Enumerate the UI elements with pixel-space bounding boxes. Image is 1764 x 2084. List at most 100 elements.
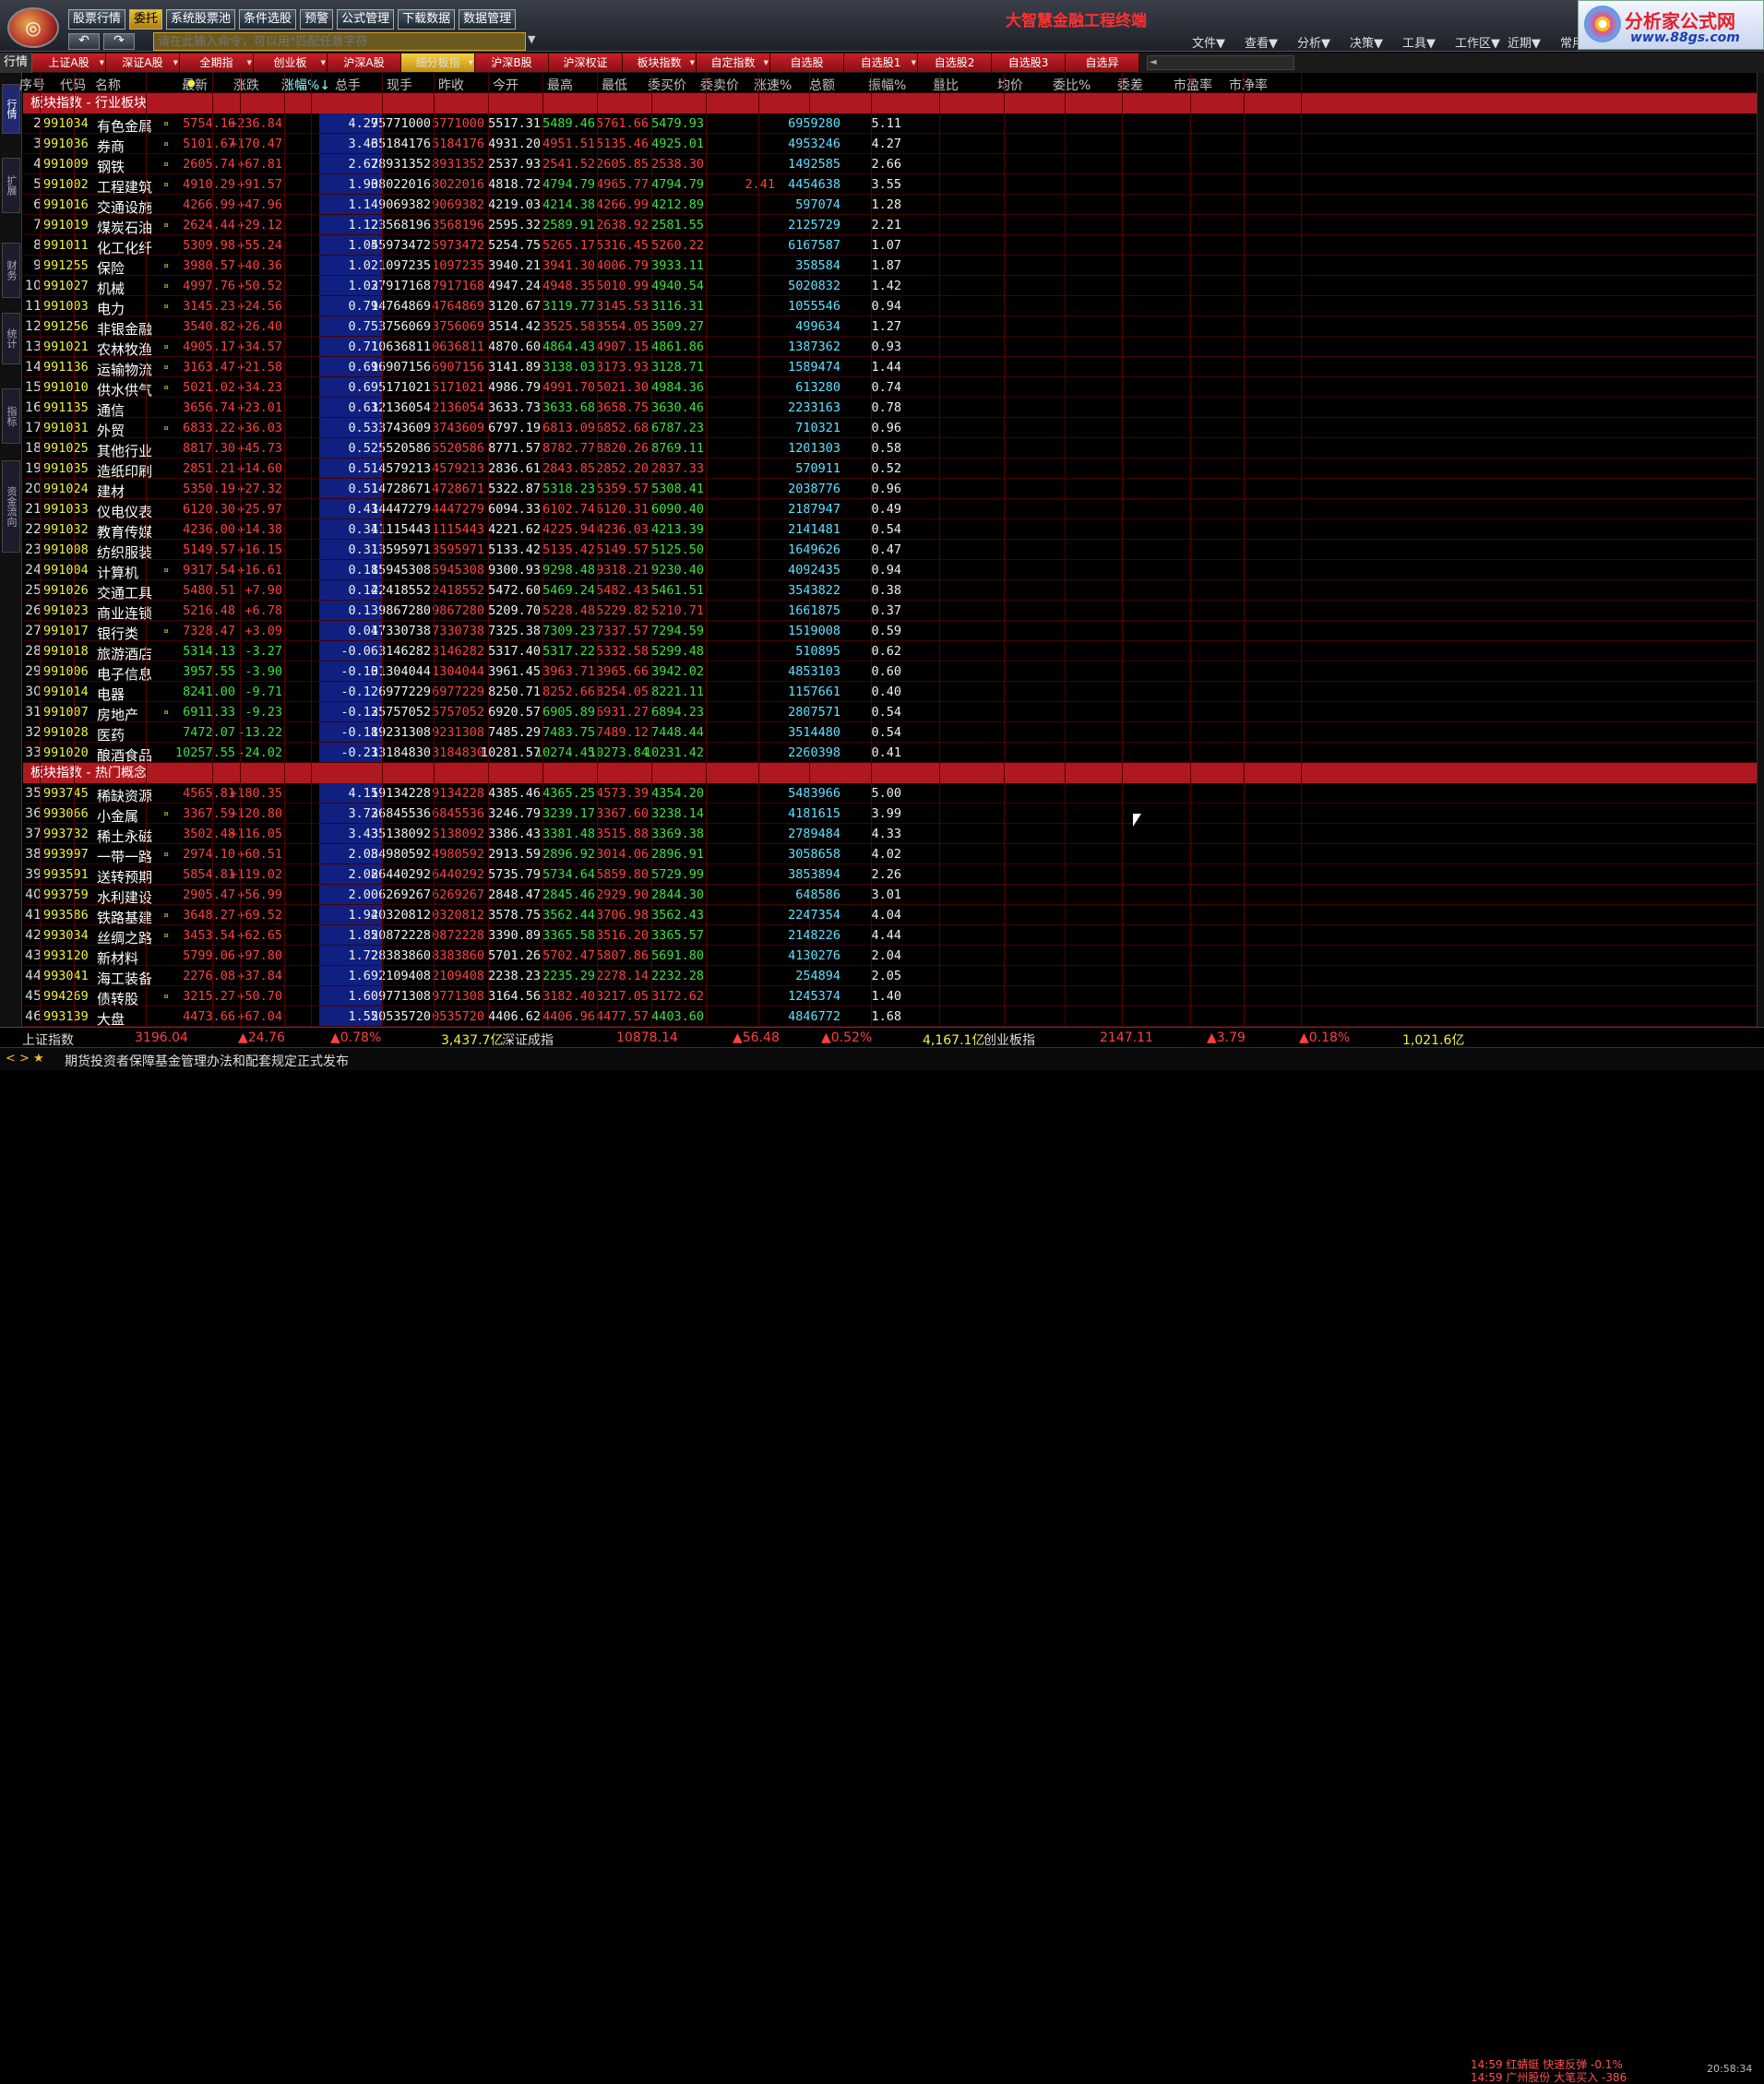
command-input[interactable] bbox=[153, 32, 526, 51]
table-row[interactable]: 41 993586 铁路基建 ¤ 3648.27 +69.52 1.94 20320812 03… bbox=[23, 905, 1757, 926]
stock-name[interactable]: 建材 bbox=[97, 482, 125, 501]
table-row[interactable]: 36 993066 小金属 ¤ 3367.59 +120.80 3.72 36845536 68… bbox=[23, 804, 1757, 826]
stock-code[interactable]: 991026 bbox=[43, 583, 89, 598]
stock-code[interactable]: 991003 bbox=[43, 299, 89, 314]
stock-name[interactable]: 稀土永磁 bbox=[97, 827, 152, 846]
stock-name[interactable]: 送转预期 bbox=[97, 867, 152, 887]
tab-12[interactable]: 自选股2 bbox=[918, 54, 993, 72]
right-menu-item-0[interactable]: 文件▼ bbox=[1192, 33, 1245, 51]
stock-code[interactable]: 991014 bbox=[43, 685, 89, 699]
table-row[interactable]: 14 991136 运输物流 ¤ 3163.47 +21.58 0.69 16907156 69… bbox=[23, 357, 1757, 378]
column-header-0[interactable]: 序号 bbox=[19, 76, 45, 94]
stock-name[interactable]: 工程建筑 bbox=[97, 177, 152, 196]
stock-code[interactable]: 994269 bbox=[43, 989, 89, 1004]
stock-code[interactable]: 993066 bbox=[43, 806, 89, 821]
tab-5[interactable]: 细分板指 bbox=[401, 54, 476, 72]
table-row[interactable]: 10 991027 机械 ¤ 4997.76 +50.52 1.02 37917168 7917… bbox=[23, 276, 1757, 297]
column-header-2[interactable]: 名称 bbox=[95, 76, 121, 94]
right-menu-item-4[interactable]: 工具▼ bbox=[1402, 33, 1455, 51]
forward-button[interactable]: ↷ bbox=[103, 33, 135, 50]
table-row[interactable]: 44 993041 海工装备 2276.08 +37.84 1.69 2109408 2109… bbox=[23, 966, 1757, 987]
right-menu-item-1[interactable]: 查看▼ bbox=[1245, 33, 1297, 51]
stock-code[interactable]: 993139 bbox=[43, 1009, 89, 1024]
tab-13[interactable]: 自选股3 bbox=[992, 54, 1067, 72]
stock-code[interactable]: 991010 bbox=[43, 380, 89, 395]
stock-code[interactable]: 993759 bbox=[43, 887, 89, 902]
column-header-21[interactable]: 市盈率 bbox=[1174, 76, 1212, 94]
tab-1[interactable]: 深证A股 bbox=[106, 54, 181, 72]
right-menu-item-3[interactable]: 决策▼ bbox=[1350, 33, 1402, 51]
stock-name[interactable]: 保险 bbox=[97, 258, 125, 278]
stock-code[interactable]: 993745 bbox=[43, 786, 89, 801]
stock-name[interactable]: 煤炭石油 bbox=[97, 218, 152, 237]
stock-code[interactable]: 991035 bbox=[43, 461, 89, 476]
table-row[interactable]: 30 991014 电器 8241.00 -9.71 -0.12 6977229 697722… bbox=[23, 682, 1757, 704]
stock-name[interactable]: 小金属 bbox=[97, 806, 138, 826]
menu-button-4[interactable]: 预警 bbox=[300, 9, 334, 30]
table-row[interactable]: 29 991006 电子信息 3957.55 -3.90 -0.10 31304044 130… bbox=[23, 661, 1757, 683]
menu-button-3[interactable]: 条件选股 bbox=[239, 9, 297, 30]
stock-code[interactable]: 991031 bbox=[43, 421, 89, 435]
side-tab-2[interactable]: 财务 bbox=[2, 243, 20, 298]
table-row[interactable]: 15 991010 供水供气 ¤ 5021.02 +34.23 0.69 5171021 517… bbox=[23, 377, 1757, 399]
stock-name[interactable]: 商业连锁 bbox=[97, 603, 152, 623]
stock-name[interactable]: 电器 bbox=[97, 685, 125, 704]
stock-name[interactable]: 农林牧渔 bbox=[97, 339, 152, 359]
stock-code[interactable]: 991024 bbox=[43, 482, 89, 496]
stock-name[interactable]: 电力 bbox=[97, 299, 125, 318]
stock-code[interactable]: 991255 bbox=[43, 258, 89, 273]
right-menu-item-5[interactable]: 工作区▼ bbox=[1455, 33, 1508, 51]
news-headline[interactable]: 期货投资者保障基金管理办法和配套规定正式发布 bbox=[65, 1052, 349, 1070]
table-row[interactable]: 32 991028 医药 7472.07 -13.22 -0.18 19231308 9231… bbox=[23, 722, 1757, 744]
stock-code[interactable]: 993591 bbox=[43, 867, 89, 882]
stock-code[interactable]: 993732 bbox=[43, 827, 89, 841]
stock-name[interactable]: 外贸 bbox=[97, 421, 125, 440]
side-tab-5[interactable]: 资金流向 bbox=[2, 460, 20, 553]
table-row[interactable]: 8 991011 化工化纤 5309.98 +55.24 1.05 45973472 5973… bbox=[23, 235, 1757, 256]
stock-code[interactable]: 991025 bbox=[43, 441, 89, 456]
cy-index-name[interactable]: 创业板指 bbox=[983, 1030, 1035, 1049]
table-row[interactable]: 39 993591 送转预期 5854.81 +119.02 2.08 26440292 64… bbox=[23, 864, 1757, 887]
column-header-11[interactable]: 最低 bbox=[602, 76, 627, 94]
table-row[interactable]: 19 991035 造纸印刷 2851.21 +14.60 0.51 4579213 4579… bbox=[23, 458, 1757, 480]
stock-code[interactable]: 991009 bbox=[43, 157, 89, 172]
stock-name[interactable]: 计算机 bbox=[97, 563, 138, 582]
stock-code[interactable]: 991017 bbox=[43, 624, 89, 638]
stock-name[interactable]: 供水供气 bbox=[97, 380, 152, 399]
sz-index-name[interactable]: 深证成指 bbox=[502, 1030, 554, 1049]
table-row[interactable]: 28 991018 旅游酒店 5314.13 -3.27 -0.06 3146282 3146… bbox=[23, 641, 1757, 662]
table-row[interactable]: 42 993034 丝绸之路 ¤ 3453.54 +62.65 1.85 20872228 08… bbox=[23, 925, 1757, 947]
column-header-1[interactable]: 代码 bbox=[60, 76, 86, 94]
table-row[interactable]: 7 991019 煤炭石油 ¤ 2624.44 +29.12 1.12 23568196 356… bbox=[23, 215, 1757, 237]
table-row[interactable]: 31 991007 房地产 ¤ 6911.33 -9.23 -0.13 25757052 575… bbox=[23, 702, 1757, 723]
stock-code[interactable]: 991004 bbox=[43, 563, 89, 578]
stock-code[interactable]: 991028 bbox=[43, 725, 89, 740]
stock-name[interactable]: 交通工具 bbox=[97, 583, 152, 602]
menu-button-7[interactable]: 数据管理 bbox=[459, 9, 517, 30]
column-header-4[interactable]: 涨跌 bbox=[233, 76, 259, 94]
table-row[interactable]: 38 993997 一带一路 ¤ 2974.10 +60.51 2.08 34980592 49… bbox=[23, 844, 1757, 865]
table-row[interactable]: 45 994269 债转股 ¤ 3215.27 +50.70 1.60 9771308 9771… bbox=[23, 986, 1757, 1007]
column-header-14[interactable]: 涨速% bbox=[754, 76, 792, 94]
table-row[interactable]: 2 991034 有色金属 ¤ 5754.16 +236.84 4.29 75771000 57… bbox=[23, 113, 1757, 135]
stock-code[interactable]: 991021 bbox=[43, 339, 89, 354]
stock-code[interactable]: 993041 bbox=[43, 969, 89, 983]
column-header-16[interactable]: 振幅% bbox=[868, 76, 906, 94]
back-button[interactable]: ↶ bbox=[68, 33, 100, 50]
tab-3[interactable]: 创业板 bbox=[254, 54, 328, 72]
column-header-19[interactable]: 委比% bbox=[1053, 76, 1091, 94]
menu-button-1[interactable]: 委托 bbox=[129, 9, 163, 30]
stock-code[interactable]: 991016 bbox=[43, 197, 89, 212]
column-header-18[interactable]: 均价 bbox=[997, 76, 1023, 94]
stock-name[interactable]: 通信 bbox=[97, 400, 125, 420]
table-row[interactable]: 16 991135 通信 3656.74 +23.01 0.63 12136054 21360… bbox=[23, 398, 1757, 420]
column-header-9[interactable]: 今开 bbox=[493, 76, 518, 94]
table-row[interactable]: 25 991026 交通工具 5480.51 +7.90 0.14 22418552 2418… bbox=[23, 580, 1757, 601]
section-header[interactable]: 板块指数 - 行业板块 bbox=[23, 93, 1757, 113]
tab-8[interactable]: 板块指数 bbox=[623, 54, 697, 72]
table-row[interactable]: 22 991032 教育传媒 4236.00 +14.38 0.34 11115443 111… bbox=[23, 519, 1757, 541]
tab-2[interactable]: 全期指 bbox=[180, 54, 255, 72]
stock-name[interactable]: 银行类 bbox=[97, 624, 138, 643]
stock-code[interactable]: 991007 bbox=[43, 705, 89, 720]
stock-code[interactable]: 993586 bbox=[43, 908, 89, 923]
